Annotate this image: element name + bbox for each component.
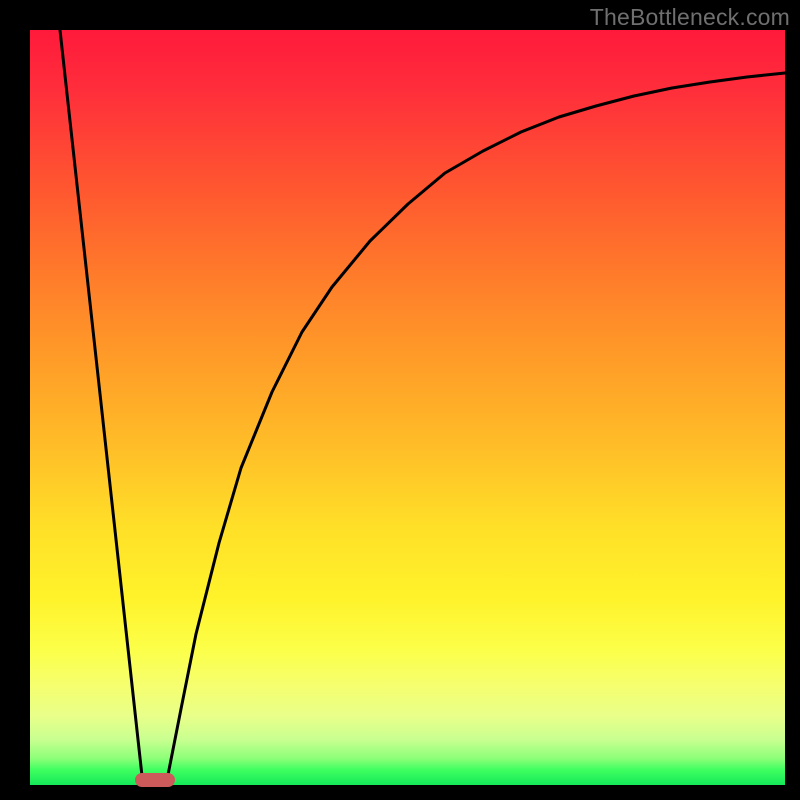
chart-frame: TheBottleneck.com (0, 0, 800, 800)
bottleneck-curve (30, 30, 785, 785)
minimum-marker (135, 773, 175, 787)
curve-right-segment (166, 73, 785, 785)
plot-area (30, 30, 785, 785)
curve-left-segment (60, 30, 143, 785)
watermark-text: TheBottleneck.com (590, 4, 790, 31)
